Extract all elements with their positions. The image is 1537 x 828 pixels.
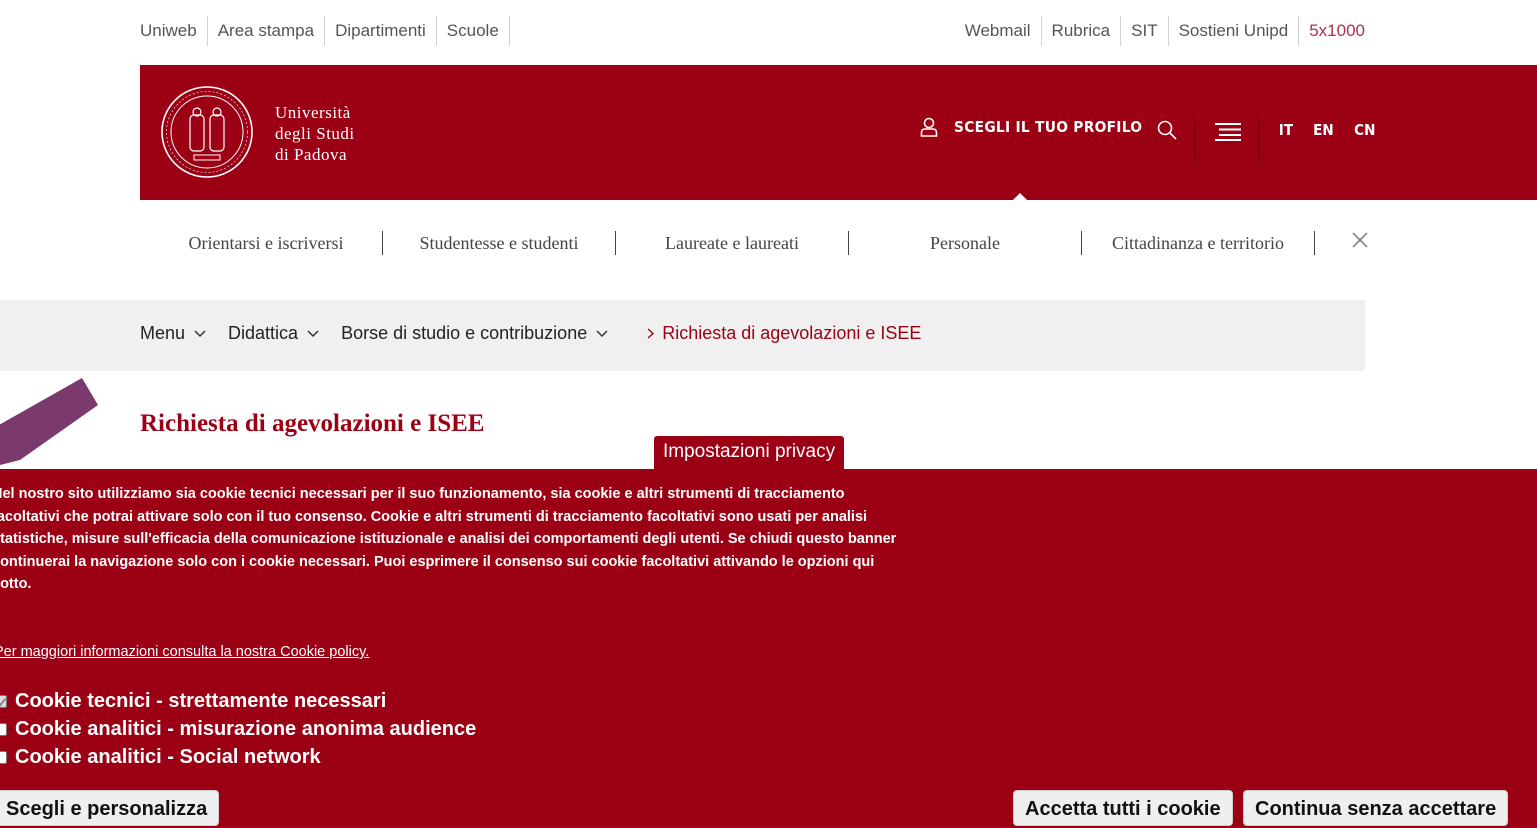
profile-selector-button[interactable]: SCEGLI IL TUO PROFILO xyxy=(920,117,1159,137)
aud-studenti[interactable]: Studentesse e studenti xyxy=(383,231,616,255)
close-icon[interactable] xyxy=(1351,231,1369,249)
breadcrumb-current-label: Richiesta di agevolazioni e ISEE xyxy=(662,323,922,343)
header-divider xyxy=(1194,117,1195,167)
cookie-policy-link[interactable]: Per maggiori informazioni consulta la no… xyxy=(0,644,369,660)
logo-line-1: Università xyxy=(275,103,351,122)
lang-cn[interactable]: CN xyxy=(1354,121,1375,139)
utility-links-left: Uniweb Area stampa Dipartimenti Scuole xyxy=(140,16,510,46)
utility-bar: Uniweb Area stampa Dipartimenti Scuole W… xyxy=(140,16,1365,46)
page-title: Richiesta di agevolazioni e ISEE xyxy=(140,410,485,437)
search-icon[interactable] xyxy=(1157,120,1177,140)
aud-laureati[interactable]: Laureate e laureati xyxy=(616,231,849,255)
header-divider xyxy=(1258,117,1259,167)
profile-label: SCEGLI IL TUO PROFILO xyxy=(954,118,1143,136)
customize-cookies-button[interactable]: Scegli e personalizza xyxy=(0,790,220,826)
breadcrumb-label: Didattica xyxy=(228,323,299,343)
continue-without-accepting-button[interactable]: Continua senza accettare xyxy=(1243,790,1509,826)
link-uniweb[interactable]: Uniweb xyxy=(140,16,208,46)
aud-personale[interactable]: Personale xyxy=(849,231,1082,255)
cookie-option-label: Cookie analitici - misurazione anonima a… xyxy=(15,717,477,740)
lang-en[interactable]: EN xyxy=(1313,121,1334,139)
decorative-tag-shape xyxy=(0,378,98,465)
site-header: Università degli Studi di Padova SCEGLI … xyxy=(140,65,1537,200)
chevron-down-icon xyxy=(596,329,608,337)
cookie-option-social[interactable]: Cookie analitici - Social network xyxy=(0,743,476,771)
aud-cittadinanza[interactable]: Cittadinanza e territorio xyxy=(1082,231,1315,255)
link-5x1000[interactable]: 5x1000 xyxy=(1299,16,1365,46)
link-sit[interactable]: SIT xyxy=(1121,16,1169,46)
cookie-option-audience[interactable]: Cookie analitici - misurazione anonima a… xyxy=(0,715,476,743)
cookie-option-label: Cookie analitici - Social network xyxy=(15,745,321,768)
checkbox-tecnici[interactable] xyxy=(0,694,7,708)
breadcrumb-current: Richiesta di agevolazioni e ISEE xyxy=(638,323,921,344)
breadcrumb-didattica[interactable]: Didattica xyxy=(228,323,319,344)
cookie-banner: Nel nostro sito utilizziamo sia cookie t… xyxy=(0,469,1537,828)
link-dipartimenti[interactable]: Dipartimenti xyxy=(325,16,437,46)
university-seal-logo[interactable] xyxy=(160,85,254,179)
cookie-option-label: Cookie tecnici - strettamente necessari xyxy=(15,689,387,712)
accept-all-cookies-button[interactable]: Accetta tutti i cookie xyxy=(1013,790,1233,826)
privacy-settings-tab[interactable]: Impostazioni privacy xyxy=(654,436,845,470)
cookie-option-tecnici[interactable]: Cookie tecnici - strettamente necessari xyxy=(0,687,476,715)
chevron-down-icon xyxy=(194,329,206,337)
audience-nav: Orientarsi e iscriversi Studentesse e st… xyxy=(150,225,1315,261)
university-name[interactable]: Università degli Studi di Padova xyxy=(275,102,355,165)
cookie-description: Nel nostro sito utilizziamo sia cookie t… xyxy=(0,486,897,592)
header-divider xyxy=(1139,117,1140,167)
link-scuole[interactable]: Scuole xyxy=(437,16,510,46)
user-icon xyxy=(920,117,938,137)
breadcrumb-borse[interactable]: Borse di studio e contribuzione xyxy=(341,323,608,344)
breadcrumb-label: Borse di studio e contribuzione xyxy=(341,323,588,343)
link-webmail[interactable]: Webmail xyxy=(955,16,1042,46)
profile-dropdown-pointer xyxy=(1013,193,1027,200)
link-rubrica[interactable]: Rubrica xyxy=(1042,16,1122,46)
checkbox-audience[interactable] xyxy=(0,722,7,736)
checkbox-social[interactable] xyxy=(0,750,7,764)
link-sostieni-unipd[interactable]: Sostieni Unipd xyxy=(1169,16,1300,46)
chevron-right-icon xyxy=(647,328,655,339)
breadcrumb-menu[interactable]: Menu xyxy=(140,323,206,344)
utility-links-right: Webmail Rubrica SIT Sostieni Unipd 5x100… xyxy=(955,16,1365,46)
breadcrumb-label: Menu xyxy=(140,323,186,343)
breadcrumb: Menu Didattica Borse di studio e contrib… xyxy=(0,300,1365,371)
aud-orientarsi[interactable]: Orientarsi e iscriversi xyxy=(150,231,383,255)
language-switcher: IT EN CN xyxy=(1278,121,1394,139)
logo-line-3: di Padova xyxy=(275,145,348,164)
logo-line-2: degli Studi xyxy=(275,124,355,143)
lang-it[interactable]: IT xyxy=(1279,121,1293,139)
hamburger-menu-icon[interactable] xyxy=(1215,123,1241,141)
cookie-options: Cookie tecnici - strettamente necessari … xyxy=(0,687,476,771)
link-area-stampa[interactable]: Area stampa xyxy=(208,16,326,46)
chevron-down-icon xyxy=(307,329,319,337)
